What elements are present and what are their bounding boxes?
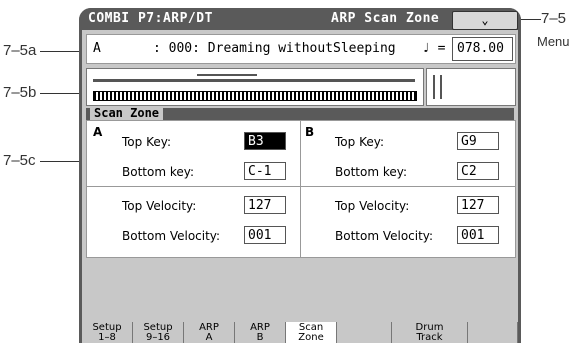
tab-label-line2: Track [416, 332, 443, 343]
page-tabs: Setup 1–8 Setup 9–16 ARP A ARP B Scan Zone Drum Tra… [82, 322, 518, 343]
tab-6[interactable]: Drum Track [392, 322, 468, 343]
tab-3[interactable]: ARP B [235, 322, 286, 343]
tab-label-line2: 9–16 [145, 332, 171, 343]
tab-label-line2: A [205, 332, 213, 343]
tempo-field[interactable]: 078.00 [452, 37, 513, 61]
zone-a-tag: A [93, 125, 103, 139]
zone-b-column: B Top Key: G9 Bottom key: C2 Top Velocit… [301, 121, 514, 257]
a-bottom-key-label: Bottom key: [122, 165, 195, 179]
page-menu-button[interactable]: ⌄ [452, 11, 518, 30]
lcd-screen: COMBI P7:ARP/DT ARP Scan Zone ⌄ A : 000:… [79, 8, 521, 343]
quarter-note-icon: ♩ = [422, 41, 446, 56]
a-bottom-velocity-label: Bottom Velocity: [122, 229, 221, 243]
callout-5c: 7–5c [3, 152, 36, 169]
a-top-velocity-label: Top Velocity: [122, 199, 197, 213]
b-top-key-label: Top Key: [335, 135, 384, 149]
callout-5a: 7–5a [3, 42, 37, 59]
velocity-bar-2 [440, 75, 442, 99]
title-bar: COMBI P7:ARP/DT ARP Scan Zone ⌄ [79, 8, 521, 30]
keyboard-graphic [93, 91, 417, 101]
callout-menu-word: Menu [537, 34, 570, 49]
b-top-velocity-field[interactable]: 127 [457, 196, 499, 214]
velocity-zone-display [426, 68, 516, 106]
tab-4[interactable]: Scan Zone [286, 322, 337, 343]
callout-5a-line [40, 51, 84, 52]
tab-5[interactable] [337, 322, 392, 343]
scan-zone-area: A Top Key: B3 Bottom key: C-1 Top Veloci… [86, 120, 516, 258]
combination-select-row[interactable]: A : 000: Dreaming withoutSleeping ♩ = 07… [86, 34, 516, 64]
main-panel: A : 000: Dreaming withoutSleeping ♩ = 07… [82, 30, 518, 322]
tab-2[interactable]: ARP A [184, 322, 235, 343]
tab-label-line2: B [256, 332, 264, 343]
tab-0[interactable]: Setup 1–8 [82, 322, 133, 343]
zone-b-tag: B [305, 125, 315, 139]
callout-5b: 7–5b [3, 84, 37, 101]
tab-label-line2: 1–8 [98, 332, 116, 343]
zone-b-range-bar [197, 74, 257, 76]
chevron-down-icon: ⌄ [481, 13, 489, 27]
tab-7[interactable] [468, 322, 518, 343]
zone-a-column: A Top Key: B3 Bottom key: C-1 Top Veloci… [87, 121, 300, 257]
b-top-velocity-label: Top Velocity: [335, 199, 410, 213]
a-bottom-velocity-field[interactable]: 001 [244, 226, 286, 244]
velocity-bar-1 [433, 75, 435, 99]
tempo-value: 078.00 [457, 41, 504, 56]
combination-name: : 000: Dreaming withoutSleeping [153, 41, 396, 56]
a-top-key-label: Top Key: [122, 135, 171, 149]
scan-zone-title: Scan Zone [90, 107, 164, 120]
mode-page-title: COMBI P7:ARP/DT [88, 11, 213, 26]
b-bottom-key-label: Bottom key: [335, 165, 408, 179]
a-bottom-key-field[interactable]: C-1 [244, 162, 286, 180]
a-top-velocity-field[interactable]: 127 [244, 196, 286, 214]
page-name: ARP Scan Zone [331, 11, 440, 26]
keyboard-zone-display [86, 68, 424, 106]
b-bottom-velocity-field[interactable]: 001 [457, 226, 499, 244]
callout-menu-number: 7–5 [541, 10, 567, 27]
tab-label-line2: Zone [298, 332, 324, 343]
b-bottom-key-field[interactable]: C2 [457, 162, 499, 180]
scan-zone-header: Scan Zone [86, 107, 514, 120]
a-top-key-field[interactable]: B3 [244, 132, 286, 150]
tab-1[interactable]: Setup 9–16 [133, 322, 184, 343]
bank-letter: A [93, 41, 101, 56]
b-bottom-velocity-label: Bottom Velocity: [335, 229, 434, 243]
b-top-key-field[interactable]: G9 [457, 132, 499, 150]
zone-a-range-bar [93, 79, 415, 82]
